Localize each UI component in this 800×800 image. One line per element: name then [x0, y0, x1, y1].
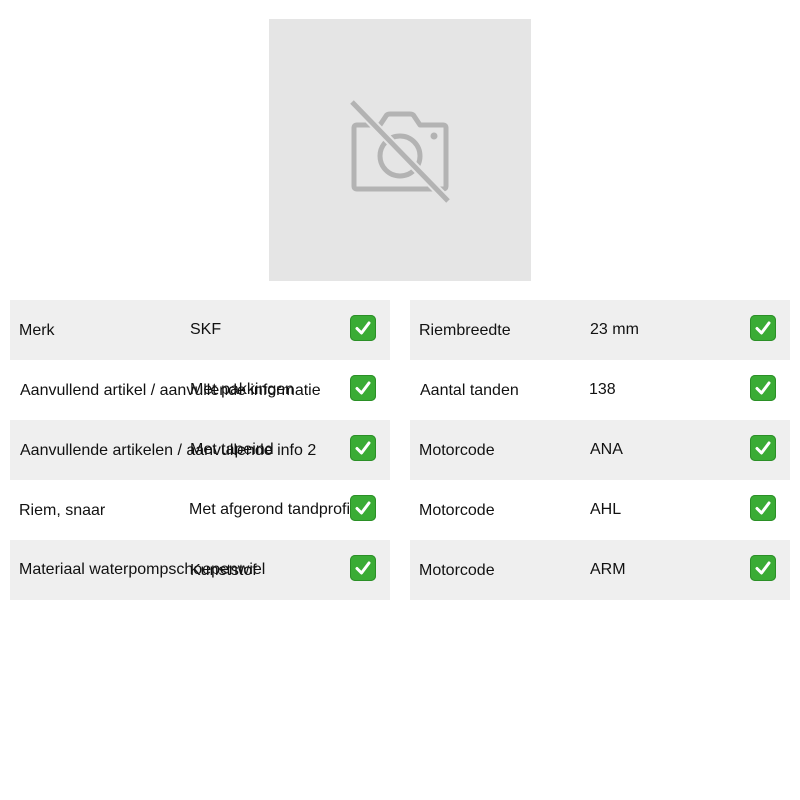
- spec-table-left: Merk SKF Aanvullend artikel / aanvullend…: [10, 300, 390, 600]
- spec-row: Riem, snaar Met afgerond tandprofiel: [10, 480, 390, 540]
- no-photo-icon: [348, 98, 452, 205]
- spec-label: Merk: [19, 322, 55, 339]
- check-mark-icon: [750, 315, 776, 341]
- spec-row: Riembreedte 23 mm: [410, 300, 790, 360]
- check-mark-icon: [350, 375, 376, 401]
- check-mark-icon: [750, 435, 776, 461]
- spec-row: Aanvullende artikelen / aanvullende info…: [10, 420, 390, 480]
- spec-label: Motorcode: [419, 562, 495, 579]
- spec-row: Motorcode ANA: [410, 420, 790, 480]
- spec-value: Met pakkingen: [190, 381, 295, 398]
- check-mark-icon: [750, 495, 776, 521]
- spec-value: SKF: [190, 321, 222, 338]
- spec-row: Motorcode ARM: [410, 540, 790, 600]
- check-mark-icon: [350, 315, 376, 341]
- spec-value: ARM: [590, 561, 626, 578]
- check-mark-icon: [750, 555, 776, 581]
- spec-label: Motorcode: [419, 502, 495, 519]
- check-mark-icon: [350, 555, 376, 581]
- spec-value: AHL: [590, 501, 622, 518]
- spec-table-right: Riembreedte 23 mm Aantal tanden 138 Moto…: [410, 300, 790, 600]
- spec-row: Materiaal waterpompschoepenwiel Kunststo…: [10, 540, 390, 600]
- check-mark-icon: [750, 375, 776, 401]
- spec-row: Merk SKF: [10, 300, 390, 360]
- spec-label: Aantal tanden: [420, 382, 519, 399]
- spec-value: ANA: [590, 441, 623, 458]
- check-mark-icon: [350, 435, 376, 461]
- spec-row: Aantal tanden 138: [410, 360, 790, 420]
- spec-label: Motorcode: [419, 442, 495, 459]
- spec-row: Motorcode AHL: [410, 480, 790, 540]
- spec-row: Aanvullend artikel / aanvullende informa…: [10, 360, 390, 420]
- spec-value: Met afgerond tandprofiel: [189, 501, 363, 518]
- spec-label: Riem, snaar: [19, 502, 106, 519]
- product-image-placeholder: [269, 19, 531, 281]
- spec-value: Kunststof: [190, 562, 257, 579]
- spec-value: 23 mm: [590, 321, 639, 338]
- check-mark-icon: [350, 495, 376, 521]
- spec-label: Riembreedte: [419, 322, 511, 339]
- spec-value: 138: [589, 381, 616, 398]
- spec-value: Met tapeind: [190, 441, 274, 458]
